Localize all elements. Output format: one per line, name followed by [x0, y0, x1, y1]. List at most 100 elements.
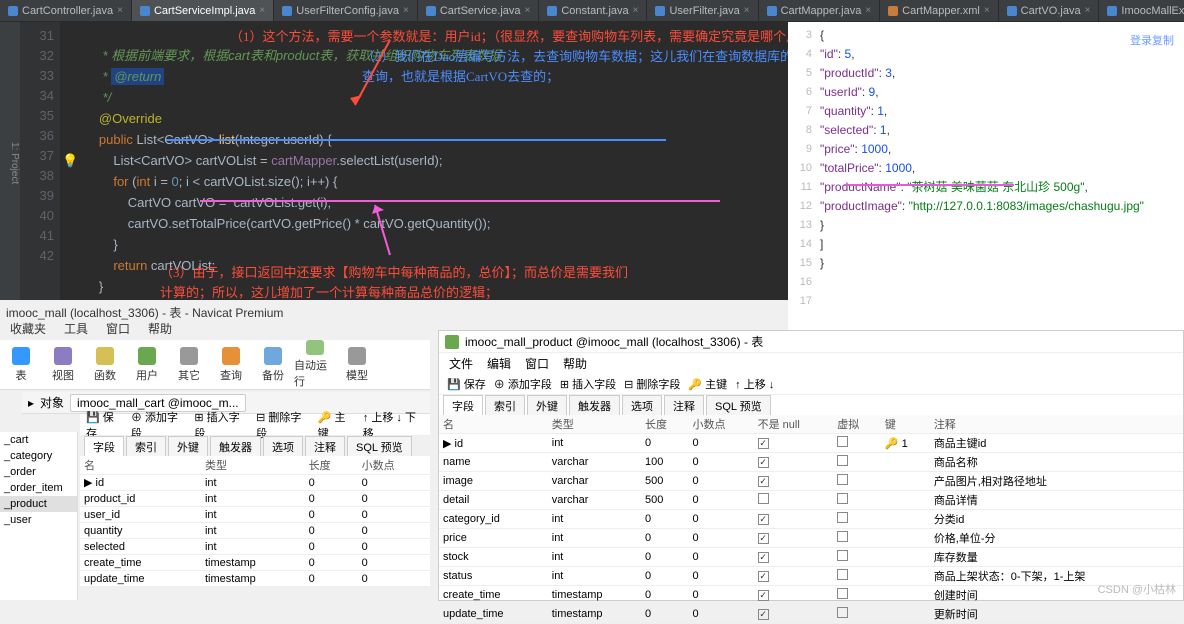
designer-tab[interactable]: 触发器	[569, 395, 620, 415]
designer-tab[interactable]: 注释	[664, 395, 704, 415]
virtual-checkbox[interactable]	[837, 531, 848, 542]
product-table-grid[interactable]: 名类型长度小数点不是 null虚拟键注释 ▶ idint00 🔑 1 商品主键i…	[439, 415, 1183, 624]
close-icon[interactable]: ×	[525, 5, 531, 16]
designer-tab[interactable]: 外键	[168, 436, 208, 456]
table-row[interactable]: create_timetimestamp00 创建时间	[439, 586, 1183, 605]
table-row[interactable]: selectedint00	[80, 539, 430, 555]
editor-tab[interactable]: CartController.java×	[0, 0, 132, 21]
editor-tab[interactable]: CartMapper.xml×	[880, 0, 998, 21]
column-header[interactable]: 小数点	[689, 415, 754, 434]
notnull-checkbox[interactable]	[758, 571, 769, 582]
table-row[interactable]: product_idint00	[80, 491, 430, 507]
close-icon[interactable]: ×	[744, 5, 750, 16]
navicat-menu[interactable]: 收藏夹工具窗口帮助	[0, 320, 430, 340]
notnull-checkbox[interactable]	[758, 533, 769, 544]
editor-tab[interactable]: CartService.java×	[418, 0, 540, 21]
designer-tab[interactable]: 触发器	[210, 436, 261, 456]
column-header[interactable]: 类型	[548, 415, 641, 434]
column-header[interactable]: 名	[439, 415, 548, 434]
toolbar-action[interactable]: ⊞ 插入字段	[560, 376, 616, 392]
menu-item[interactable]: 文件	[449, 355, 473, 372]
close-icon[interactable]: ×	[633, 5, 639, 16]
column-header[interactable]: 长度	[305, 456, 358, 475]
designer-tab[interactable]: 索引	[485, 395, 525, 415]
editor-tab[interactable]: CartMapper.java×	[759, 0, 881, 21]
editor-tab[interactable]: CartServiceImpl.java×	[132, 0, 274, 21]
cart-table-grid[interactable]: 名类型长度小数点▶ idint00product_idint00user_idi…	[80, 456, 430, 587]
designer-tab[interactable]: 字段	[84, 436, 124, 456]
designer-tab[interactable]: SQL 预览	[347, 436, 412, 456]
object-tab[interactable]: 对象	[40, 394, 64, 411]
notnull-checkbox[interactable]	[758, 514, 769, 525]
virtual-checkbox[interactable]	[837, 550, 848, 561]
login-copy-link[interactable]: 登录复制	[1130, 32, 1174, 48]
designer-tab[interactable]: 外键	[527, 395, 567, 415]
virtual-checkbox[interactable]	[837, 588, 848, 599]
designer-tab[interactable]: SQL 预览	[706, 395, 771, 415]
table-row[interactable]: detailvarchar5000 商品详情	[439, 491, 1183, 510]
toolbar-button[interactable]: 其它	[168, 340, 210, 389]
toolbar-action[interactable]: ⊟ 删除字段	[624, 376, 680, 392]
toolbar-button[interactable]: 备份	[252, 340, 294, 389]
toolbar-button[interactable]: 模型	[336, 340, 378, 389]
toolbar-action[interactable]: ⊕ 添加字段	[494, 376, 552, 392]
tree-item[interactable]: _order	[0, 464, 77, 480]
toolbar-action[interactable]: ↑ 上移 ↓	[735, 376, 774, 392]
virtual-checkbox[interactable]	[837, 436, 848, 447]
column-header[interactable]: 键	[881, 415, 930, 434]
notnull-checkbox[interactable]	[758, 476, 769, 487]
menu-item[interactable]: 编辑	[487, 355, 511, 372]
notnull-checkbox[interactable]	[758, 552, 769, 563]
table-row[interactable]: stockint00 库存数量	[439, 548, 1183, 567]
column-header[interactable]: 注释	[930, 415, 1183, 434]
table-row[interactable]: update_timetimestamp00	[80, 571, 430, 587]
menu-item[interactable]: 工具	[64, 320, 88, 340]
table-row[interactable]: ▶ idint00	[80, 475, 430, 491]
tree-item[interactable]: _order_item	[0, 480, 77, 496]
close-icon[interactable]: ×	[403, 5, 409, 16]
close-icon[interactable]: ×	[984, 5, 990, 16]
toolbar-button[interactable]: 函数	[84, 340, 126, 389]
product-menu[interactable]: 文件编辑窗口帮助	[439, 353, 1183, 373]
designer-tab[interactable]: 字段	[443, 395, 483, 415]
intention-bulb-icon[interactable]: 💡	[62, 151, 78, 171]
virtual-checkbox[interactable]	[837, 569, 848, 580]
toolbar-button[interactable]: 用户	[126, 340, 168, 389]
table-row[interactable]: namevarchar1000 商品名称	[439, 453, 1183, 472]
virtual-checkbox[interactable]	[837, 607, 848, 618]
toolbar-button[interactable]: 视图	[42, 340, 84, 389]
toolbar-button[interactable]: 查询	[210, 340, 252, 389]
menu-item[interactable]: 帮助	[148, 320, 172, 340]
notnull-checkbox[interactable]	[758, 438, 769, 449]
toolbar-button[interactable]: 自动运行	[294, 340, 336, 389]
virtual-checkbox[interactable]	[837, 493, 848, 504]
menu-item[interactable]: 收藏夹	[10, 320, 46, 340]
virtual-checkbox[interactable]	[837, 474, 848, 485]
close-icon[interactable]: ×	[1085, 5, 1091, 16]
tree-item[interactable]: _category	[0, 448, 77, 464]
designer-tab[interactable]: 选项	[622, 395, 662, 415]
virtual-checkbox[interactable]	[837, 512, 848, 523]
db-tree[interactable]: _cart_category_order_order_item_product_…	[0, 432, 78, 600]
notnull-checkbox[interactable]	[758, 609, 769, 620]
column-header[interactable]: 类型	[201, 456, 305, 475]
project-tool-window[interactable]: 1: Project	[0, 22, 20, 300]
tree-item[interactable]: _user	[0, 512, 77, 528]
editor-tab[interactable]: UserFilter.java×	[647, 0, 758, 21]
tree-item[interactable]: _product	[0, 496, 77, 512]
table-row[interactable]: imagevarchar5000 产品图片,相对路径地址	[439, 472, 1183, 491]
close-icon[interactable]: ×	[117, 5, 123, 16]
tree-item[interactable]: _cart	[0, 432, 77, 448]
notnull-checkbox[interactable]	[758, 457, 769, 468]
column-header[interactable]: 长度	[641, 415, 689, 434]
editor-tab[interactable]: ImoocMallExceptic×	[1099, 0, 1184, 21]
designer-tab[interactable]: 索引	[126, 436, 166, 456]
expand-icon[interactable]: ▸	[28, 396, 34, 410]
save-icon[interactable]: 💾 保存	[447, 376, 486, 392]
column-header[interactable]: 虚拟	[833, 415, 881, 434]
close-icon[interactable]: ×	[259, 5, 265, 16]
menu-item[interactable]: 窗口	[525, 355, 549, 372]
table-row[interactable]: quantityint00	[80, 523, 430, 539]
table-row[interactable]: user_idint00	[80, 507, 430, 523]
menu-item[interactable]: 帮助	[563, 355, 587, 372]
